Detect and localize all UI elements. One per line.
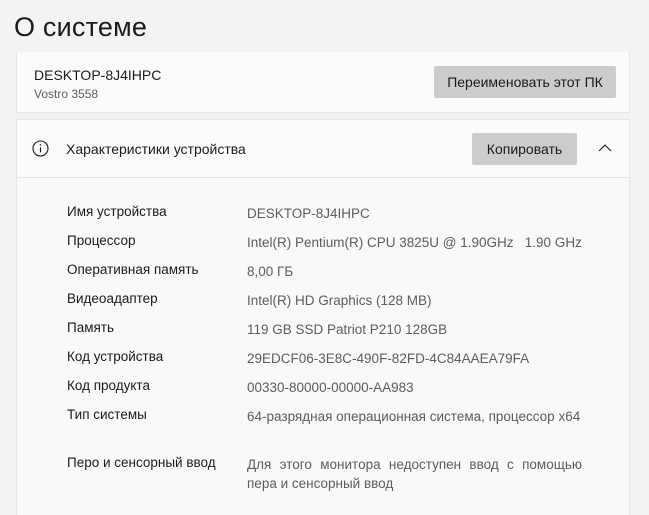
spec-label: Процессор [67, 233, 136, 248]
spec-label: Код устройства [67, 349, 164, 364]
spec-label: Имя устройства [67, 204, 167, 219]
spec-value: Intel(R) HD Graphics (128 MB) [247, 293, 432, 308]
spec-value: 29EDCF06-3E8C-490F-82FD-4C84AAEA79FA [247, 351, 530, 366]
spec-value: 64-разрядная операционная система, проце… [247, 409, 581, 424]
about-system-page: О системе DESKTOP-8J4IHPC Vostro 3558 Пе… [0, 0, 649, 515]
device-name: DESKTOP-8J4IHPC [34, 67, 162, 83]
spec-value: Для этого монитора недоступен ввод с пом… [247, 457, 582, 491]
spec-value: 00330-80000-00000-AA983 [247, 380, 414, 395]
device-card: DESKTOP-8J4IHPC Vostro 3558 Переименоват… [16, 52, 630, 113]
spec-label: Оперативная память [67, 262, 199, 277]
chevron-up-icon[interactable] [597, 140, 613, 156]
spec-label: Код продукта [67, 378, 150, 393]
page-title: О системе [14, 12, 148, 42]
rename-pc-button[interactable]: Переименовать этот ПК [434, 66, 616, 98]
device-specs-card: Характеристики устройства Копировать Имя… [16, 119, 630, 515]
device-specs-header[interactable]: Характеристики устройства Копировать [17, 120, 629, 178]
spec-value: Intel(R) Pentium(R) CPU 3825U @ 1.90GHz … [247, 235, 582, 250]
spec-value: 119 GB SSD Patriot P210 128GB [247, 322, 448, 337]
spec-value: DESKTOP-8J4IHPC [247, 206, 370, 221]
spec-label: Тип системы [67, 407, 147, 422]
copy-button[interactable]: Копировать [472, 133, 577, 165]
device-specs-title: Характеристики устройства [66, 141, 246, 157]
device-model: Vostro 3558 [34, 87, 99, 101]
spec-value: 8,00 ГБ [247, 264, 294, 279]
info-icon [32, 140, 49, 157]
spec-label: Память [67, 320, 115, 335]
spec-label: Видеоадаптер [67, 291, 158, 306]
spec-label: Перо и сенсорный ввод [67, 455, 216, 470]
